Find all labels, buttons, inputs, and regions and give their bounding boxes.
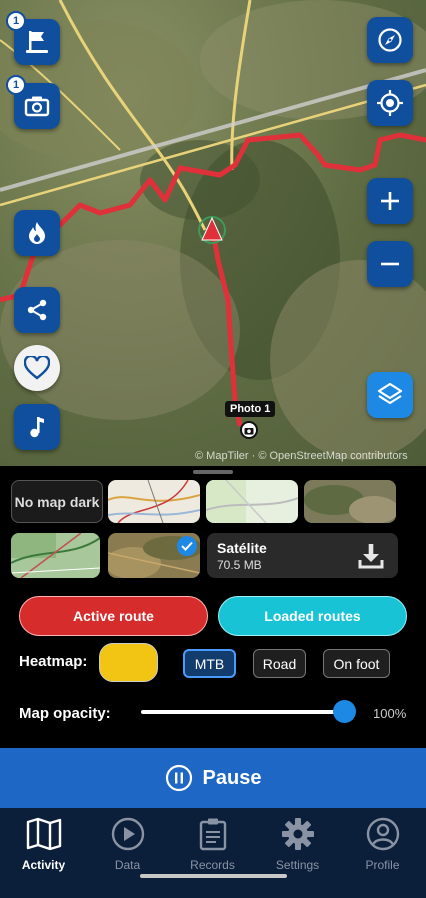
tab-profile-label: Profile [365,858,400,872]
map-opacity-slider[interactable] [141,710,345,714]
waypoints-button[interactable]: 1 [6,11,60,65]
heatmap-label: Heatmap: [19,653,88,670]
heatmap-toggle-button[interactable] [14,210,60,256]
heatmap-option-on-foot[interactable]: On foot [323,649,390,678]
layers-button[interactable] [367,372,413,418]
offline-download-card[interactable]: Satélite 70.5 MB [207,533,398,578]
layer-tile-topo[interactable] [108,480,200,523]
locate-me-button[interactable] [367,80,413,126]
offline-map-size: 70.5 MB [217,558,262,572]
tab-records-label: Records [190,858,235,872]
map-opacity-label: Map opacity: [19,705,111,722]
zoom-in-button[interactable] [367,178,413,224]
tab-settings-label: Settings [275,858,320,872]
profile-icon [366,817,399,851]
locate-icon [377,90,403,116]
photos-button[interactable]: 1 [6,75,60,129]
download-icon [358,544,384,569]
fire-icon [29,222,45,244]
gear-icon [281,818,314,850]
active-route-button[interactable]: Active route [19,596,208,636]
waypoints-count-badge: 1 [6,11,26,31]
map-opacity-slider-thumb[interactable] [333,700,356,723]
map-view[interactable]: 1 1 Photo 1 © MapTiler · © OpenStreetMap… [0,0,426,466]
offline-map-name: Satélite [217,540,267,556]
pause-button[interactable]: Pause [0,748,426,808]
map-opacity-value: 100% [373,706,407,721]
bottom-tab-bar: Activity Data Records Settings Profile [0,808,426,898]
selected-check-icon [177,536,197,556]
light-map-thumbnail [206,480,298,523]
heatmap-option-road[interactable]: Road [253,649,306,678]
home-indicator[interactable] [140,874,287,878]
layer-tile-light[interactable] [206,480,298,523]
layer-tile-no-map-dark[interactable]: No map dark [11,480,103,523]
outdoor-map-thumbnail [11,533,100,578]
tab-activity-label: Activity [21,858,66,872]
pause-label: Pause [202,766,262,789]
topo-map-thumbnail [108,480,200,523]
layer-tile-satellite-dark[interactable] [304,480,396,523]
photo-marker-label[interactable]: Photo 1 [225,401,276,417]
tab-activity[interactable]: Activity [1,808,86,888]
flag-icon [26,31,48,53]
map-settings-panel: No map dark Satélite 70.5 MB Active rout… [0,466,426,748]
layer-tile-satelite-selected[interactable] [108,533,200,578]
pause-icon [165,764,192,792]
heatmap-option-mtb[interactable]: MTB [183,649,236,678]
music-note-icon [30,417,44,438]
share-icon [27,299,47,321]
play-circle-icon [111,817,144,851]
map-icon [26,817,61,851]
compass-button[interactable] [367,17,413,63]
camera-icon [244,427,254,434]
heatmap-color-picker[interactable] [99,643,158,682]
layers-icon [377,382,403,405]
camera-icon [24,96,50,117]
tab-data-label: Data [114,858,141,872]
map-attribution[interactable]: © MapTiler · © OpenStreetMap contributor… [195,450,408,462]
download-button[interactable] [358,543,384,574]
satellite-thumbnail [304,485,396,523]
loaded-routes-button[interactable]: Loaded routes [218,596,407,636]
tab-profile[interactable]: Profile [340,808,425,888]
photo-marker[interactable] [240,421,258,439]
layer-tile-outdoor[interactable] [11,533,100,578]
favorite-button[interactable] [14,345,60,391]
satellite-map-terrain [0,0,426,460]
plus-icon [381,192,399,210]
compass-icon [378,28,402,52]
photos-count-badge: 1 [6,75,26,95]
share-button[interactable] [14,287,60,333]
music-button[interactable] [14,404,60,450]
minus-icon [381,262,399,266]
heart-icon [24,356,50,380]
clipboard-icon [199,818,226,851]
zoom-out-button[interactable] [367,241,413,287]
panel-drag-handle[interactable] [193,470,233,474]
